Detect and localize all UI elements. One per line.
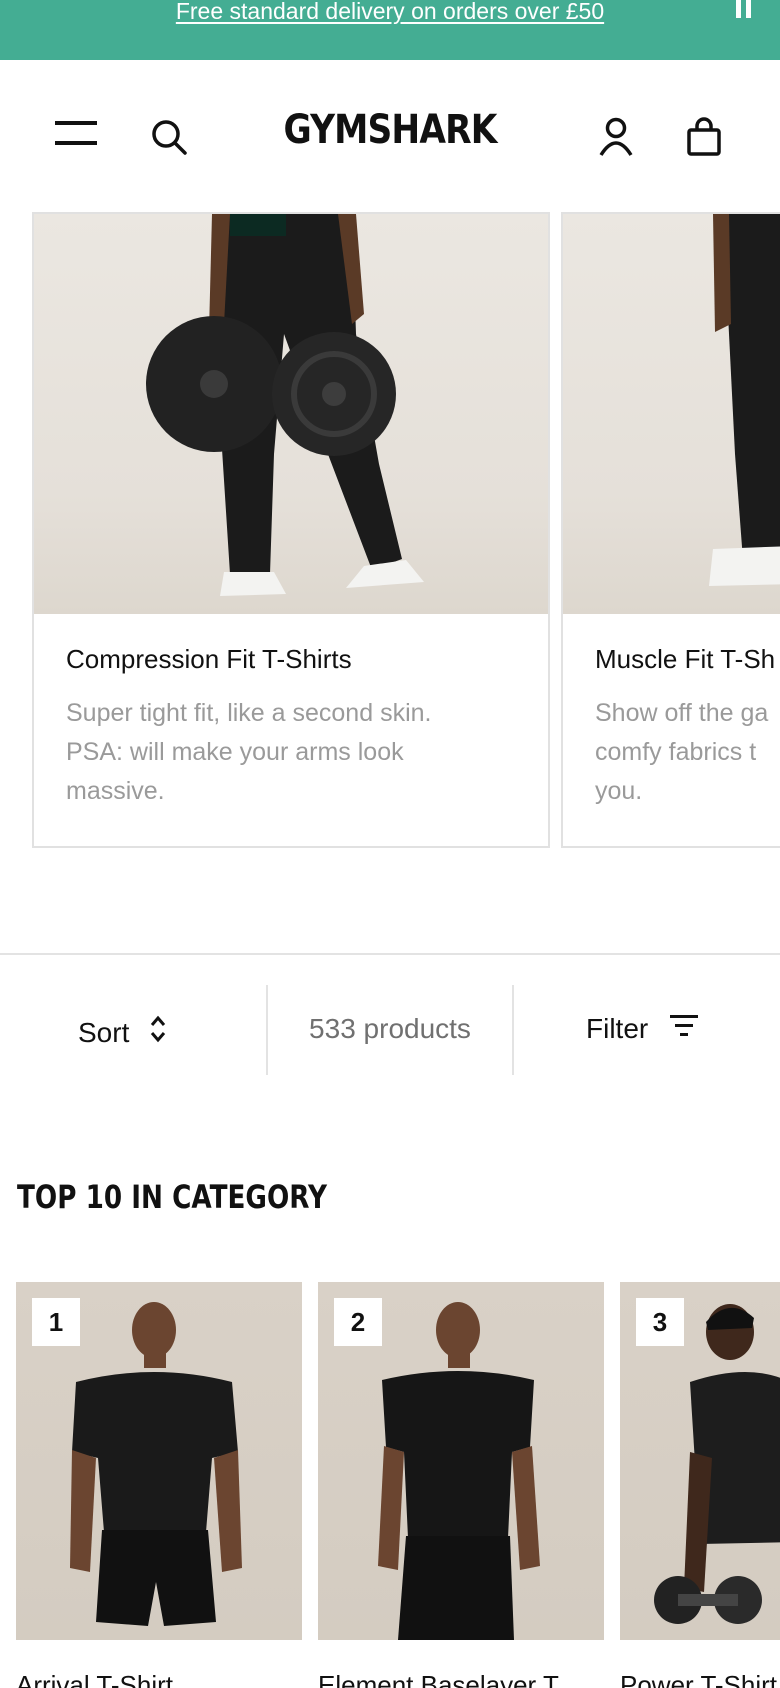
rank-badge: 2 bbox=[334, 1298, 382, 1346]
category-description: Show off the ga comfy fabrics t you. bbox=[595, 699, 769, 805]
sort-chevrons-icon bbox=[149, 1013, 167, 1052]
promo-banner: Free standard delivery on orders over £5… bbox=[0, 0, 780, 60]
product-image: 1 bbox=[16, 1282, 302, 1640]
category-card[interactable]: Muscle Fit T-Sh Show off the ga comfy fa… bbox=[561, 212, 780, 848]
product-card[interactable]: 1 Arrival T-Shirt bbox=[16, 1282, 302, 1688]
sort-filter-toolbar: Sort 533 products Filter bbox=[0, 985, 780, 1075]
category-image bbox=[34, 214, 548, 614]
top10-carousel[interactable]: 1 Arrival T-Shirt 2 Element Baselayer T.… bbox=[0, 1282, 780, 1688]
rank-badge: 1 bbox=[32, 1298, 80, 1346]
product-card[interactable]: 2 Element Baselayer T... bbox=[318, 1282, 604, 1688]
product-count: 533 products bbox=[309, 1013, 471, 1044]
filter-label: Filter bbox=[586, 1013, 649, 1044]
product-name[interactable]: Arrival T-Shirt bbox=[16, 1670, 173, 1688]
toolbar-divider bbox=[0, 953, 780, 955]
product-image: 2 bbox=[318, 1282, 604, 1640]
product-name[interactable]: Element Baselayer T... bbox=[318, 1670, 578, 1688]
rank-badge: 3 bbox=[636, 1298, 684, 1346]
sort-label: Sort bbox=[78, 1016, 130, 1048]
sort-button[interactable]: Sort bbox=[78, 1013, 167, 1052]
pause-icon[interactable] bbox=[736, 0, 752, 18]
category-card[interactable]: Compression Fit T-Shirts Super tight fit… bbox=[32, 212, 550, 848]
category-carousel[interactable]: Compression Fit T-Shirts Super tight fit… bbox=[0, 212, 780, 852]
promo-link[interactable]: Free standard delivery on orders over £5… bbox=[0, 0, 780, 23]
filter-button[interactable]: Filter bbox=[586, 1013, 699, 1045]
product-card[interactable]: 3 Power T-Shirt bbox=[620, 1282, 780, 1688]
toolbar-separator bbox=[512, 985, 514, 1075]
bag-icon[interactable] bbox=[686, 117, 722, 157]
section-title: TOP 10 IN CATEGORY bbox=[17, 1178, 328, 1216]
category-description: Super tight fit, like a second skin. PSA… bbox=[66, 699, 432, 805]
product-name[interactable]: Power T-Shirt bbox=[620, 1670, 777, 1688]
category-title[interactable]: Muscle Fit T-Sh bbox=[595, 644, 775, 675]
product-image: 3 bbox=[620, 1282, 780, 1640]
category-image bbox=[563, 214, 780, 614]
account-icon[interactable] bbox=[598, 117, 634, 157]
category-title[interactable]: Compression Fit T-Shirts bbox=[66, 644, 352, 675]
filter-icon bbox=[670, 1013, 699, 1045]
